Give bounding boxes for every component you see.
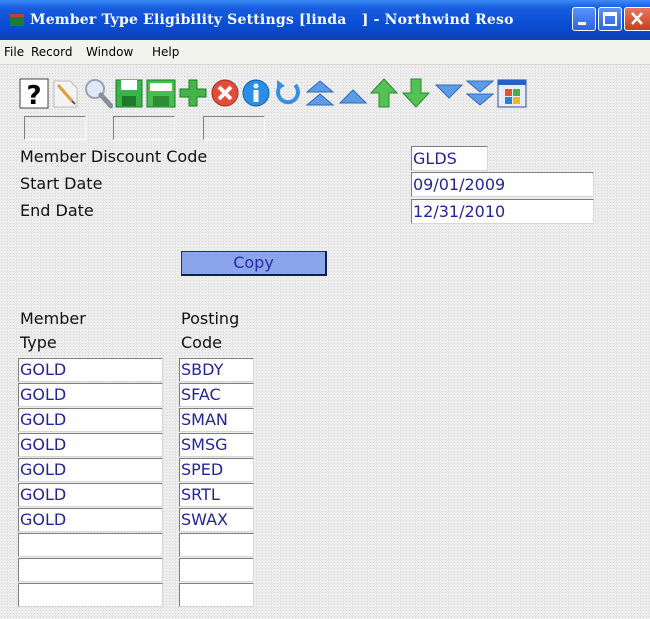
help-button[interactable]: ? (19, 77, 49, 109)
member-type-cell[interactable] (18, 533, 163, 557)
member-type-cell[interactable]: GOLD (18, 358, 163, 382)
plus-icon (179, 79, 207, 107)
search-button[interactable] (83, 77, 113, 109)
maximize-icon (603, 12, 617, 26)
minimize-button[interactable] (572, 7, 596, 31)
status-box-1 (24, 116, 86, 140)
menu-bar: File Record Window Help (0, 40, 650, 65)
windows-logo-icon (497, 79, 527, 108)
member-type-header-line2: Type (20, 333, 57, 352)
posting-code-cell[interactable]: SWAX (179, 508, 254, 532)
posting-code-header-line2: Code (181, 333, 222, 352)
menu-window[interactable]: Window (86, 45, 133, 59)
app-window: Member Type Eligibility Settings [linda … (0, 0, 650, 619)
last-record-button[interactable] (465, 77, 495, 109)
member-type-cell[interactable]: GOLD (18, 508, 163, 532)
menu-record[interactable]: Record (31, 45, 72, 59)
move-up-button[interactable] (369, 77, 399, 109)
delete-button[interactable] (210, 77, 240, 109)
discount-code-label: Member Discount Code (20, 147, 208, 166)
windows-button[interactable] (497, 77, 527, 109)
undo-icon (276, 80, 300, 105)
undo-button[interactable] (273, 77, 303, 109)
menu-file[interactable]: File (4, 45, 24, 59)
minimize-icon (578, 22, 586, 25)
member-type-header-line1: Member (20, 309, 86, 328)
last-icon (465, 80, 495, 106)
svg-text:?: ? (26, 81, 41, 109)
info-icon (242, 79, 270, 107)
posting-code-header-line1: Posting (181, 309, 240, 328)
arrow-down-icon (401, 78, 431, 108)
arrow-up-icon (369, 78, 399, 108)
posting-code-cell[interactable]: SFAC (179, 383, 254, 407)
end-date-field[interactable]: 12/31/2010 (411, 199, 594, 224)
posting-code-cell[interactable] (179, 558, 254, 582)
next-icon (434, 84, 464, 99)
posting-code-cell[interactable]: SPED (179, 458, 254, 482)
member-type-cell[interactable]: GOLD (18, 483, 163, 507)
first-record-button[interactable] (305, 77, 335, 109)
start-date-field[interactable]: 09/01/2009 (411, 172, 594, 197)
member-type-cell[interactable]: GOLD (18, 433, 163, 457)
toolbar: ? (0, 65, 650, 113)
move-down-button[interactable] (401, 77, 431, 109)
save-record-button[interactable] (146, 77, 176, 109)
previous-icon (338, 89, 368, 104)
first-icon (305, 80, 335, 106)
save-button[interactable] (114, 77, 144, 109)
title-bar[interactable]: Member Type Eligibility Settings [linda … (0, 0, 650, 40)
close-button[interactable] (624, 7, 650, 31)
menu-help[interactable]: Help (152, 45, 179, 59)
previous-record-button[interactable] (338, 77, 368, 109)
member-type-cell[interactable] (18, 583, 163, 607)
copy-button[interactable]: Copy (181, 251, 327, 276)
window-title: Member Type Eligibility Settings [linda … (30, 12, 514, 28)
app-icon (10, 14, 24, 26)
edit-button[interactable] (50, 77, 80, 109)
posting-code-cell[interactable]: SMAN (179, 408, 254, 432)
member-type-cell[interactable]: GOLD (18, 383, 163, 407)
add-button[interactable] (178, 77, 208, 109)
maximize-button[interactable] (598, 7, 622, 31)
floppy-icon (115, 79, 143, 108)
discount-code-field[interactable]: GLDS (411, 146, 488, 171)
member-type-cell[interactable]: GOLD (18, 408, 163, 432)
posting-code-cell[interactable] (179, 583, 254, 607)
status-box-2 (113, 116, 175, 140)
help-icon: ? (19, 78, 49, 109)
start-date-label: Start Date (20, 174, 103, 193)
posting-code-cell[interactable] (179, 533, 254, 557)
close-icon (631, 12, 643, 25)
info-button[interactable] (241, 77, 271, 109)
pencil-page-icon (53, 80, 78, 108)
end-date-label: End Date (20, 201, 94, 220)
posting-code-cell[interactable]: SMSG (179, 433, 254, 457)
posting-code-cell[interactable]: SRTL (179, 483, 254, 507)
next-record-button[interactable] (434, 77, 464, 109)
member-type-cell[interactable] (18, 558, 163, 582)
posting-code-cell[interactable]: SBDY (179, 358, 254, 382)
delete-icon (211, 79, 239, 107)
save-green-icon (146, 79, 176, 108)
member-type-cell[interactable]: GOLD (18, 458, 163, 482)
magnifier-icon (85, 79, 113, 109)
status-box-3 (203, 116, 265, 140)
